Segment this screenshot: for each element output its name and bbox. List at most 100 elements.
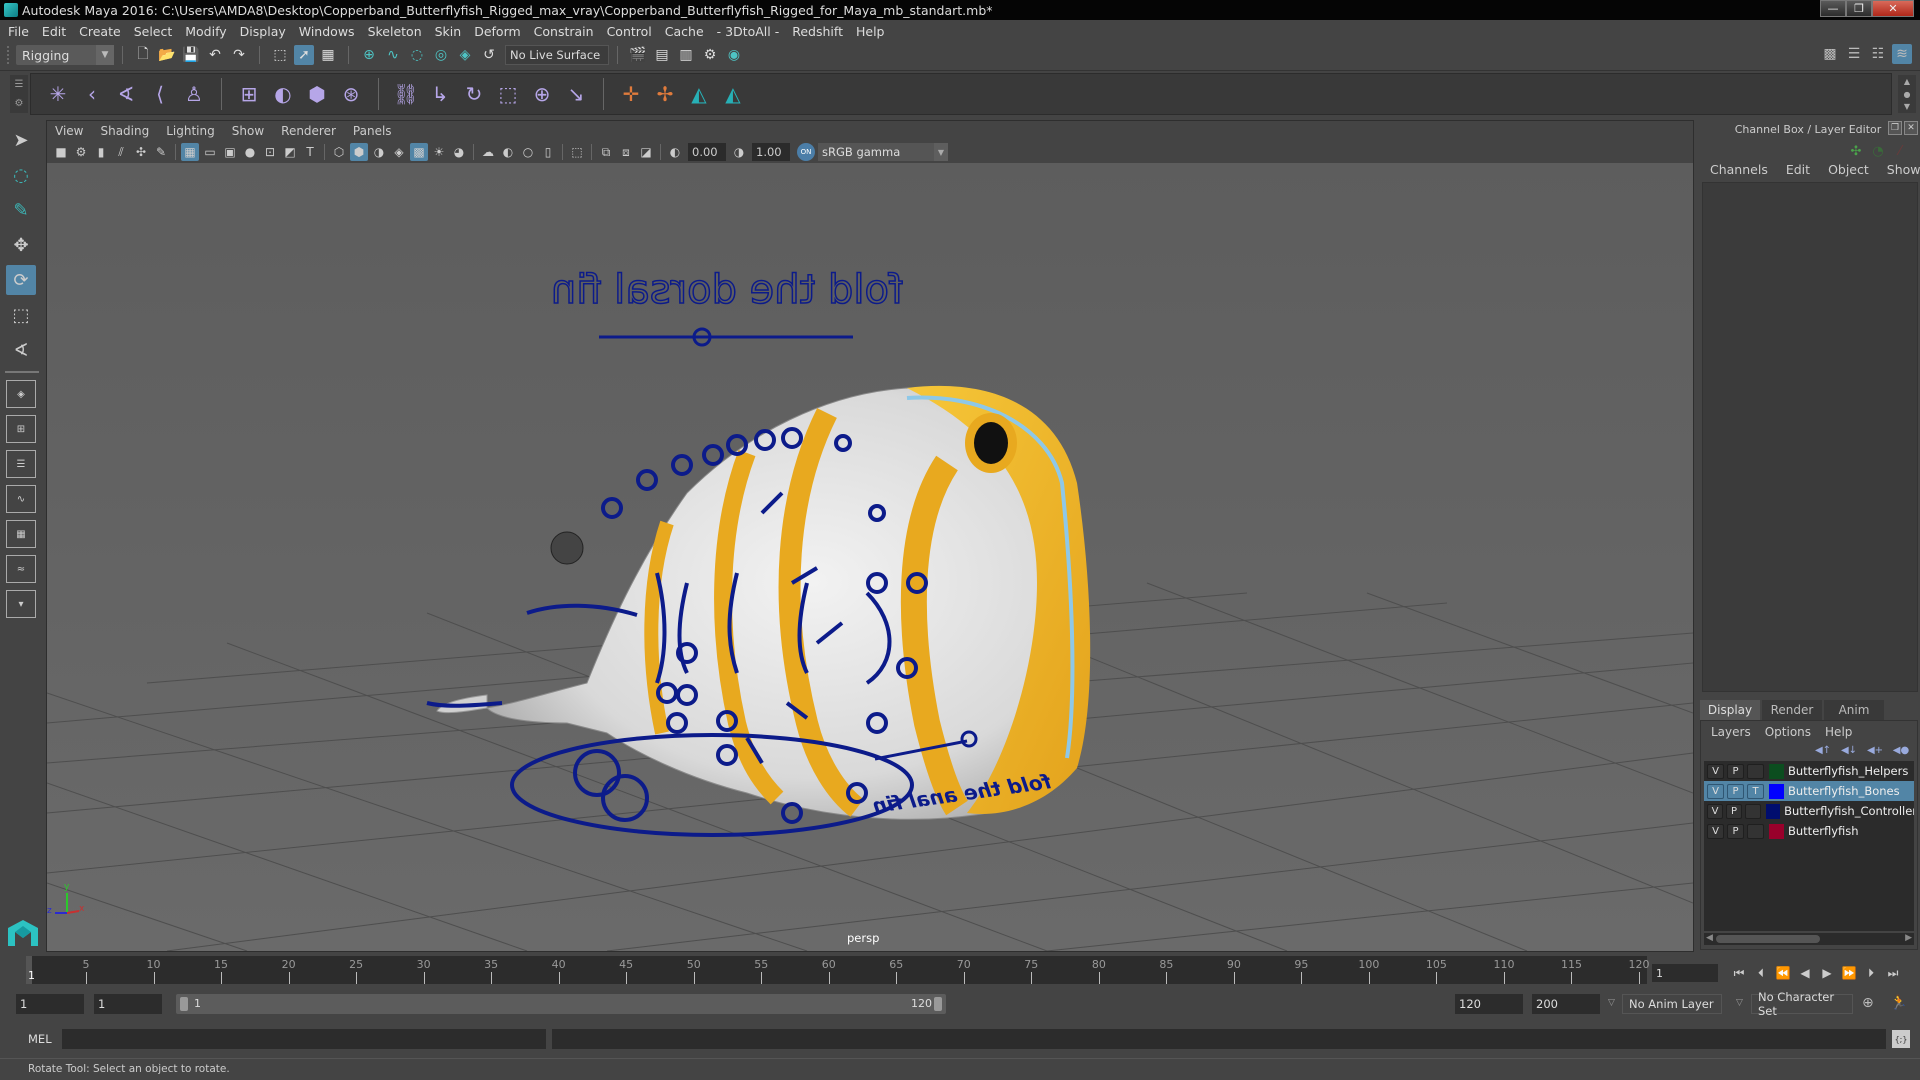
viewport-menu-shading[interactable]: Shading [100, 124, 149, 138]
maya-script-2-icon[interactable]: ◭ [719, 80, 747, 108]
shelf-menu-icon[interactable]: ☰ [15, 79, 24, 90]
play-forwards-icon[interactable]: ▶ [1816, 964, 1838, 982]
channel-box-menu-edit[interactable]: Edit [1786, 162, 1810, 177]
layer-visibility-toggle[interactable]: V [1707, 763, 1724, 779]
isolate-select-icon[interactable]: ⬚ [568, 143, 586, 161]
xray-icon[interactable]: ⧉ [597, 143, 615, 161]
xray-joints-icon[interactable]: ◪ [637, 143, 655, 161]
film-gate-icon[interactable]: ▭ [201, 143, 219, 161]
scrollbar-thumb[interactable] [1716, 935, 1820, 943]
render-settings-icon[interactable]: ⚙ [700, 45, 720, 65]
viewport-menu-renderer[interactable]: Renderer [281, 124, 336, 138]
snap-point-icon[interactable]: ◌ [407, 45, 427, 65]
command-input[interactable] [62, 1029, 546, 1049]
chevron-down-icon[interactable]: ▽ [1736, 998, 1743, 1008]
move-layer-up-icon[interactable]: ◀↑ [1813, 743, 1833, 757]
paint-weights-icon[interactable]: ◐ [269, 80, 297, 108]
playback-end-field[interactable]: 120 [1455, 994, 1523, 1014]
layer-visibility-toggle[interactable]: V [1707, 803, 1724, 819]
default-material-icon[interactable]: ◑ [370, 143, 388, 161]
range-start-handle[interactable] [180, 997, 188, 1011]
layer-visibility-toggle[interactable]: V [1707, 783, 1724, 799]
bookmark-icon[interactable]: ▮ [92, 143, 110, 161]
animation-preferences-icon[interactable]: 🏃 [1890, 995, 1907, 1011]
scroll-down-icon[interactable]: ▼ [1904, 102, 1910, 111]
layer-playback-toggle[interactable]: P [1727, 823, 1744, 839]
image-plane-icon[interactable]: ⫽ [112, 143, 130, 161]
undo-icon[interactable]: ↶ [205, 45, 225, 65]
step-forward-frame-icon[interactable]: ⏵ [1860, 964, 1882, 982]
menu-skeleton[interactable]: Skeleton [368, 24, 422, 39]
snap-curve-icon[interactable]: ∿ [383, 45, 403, 65]
use-all-lights-icon[interactable]: ☀ [430, 143, 448, 161]
viewport-menu-view[interactable]: View [55, 124, 83, 138]
layer-color-swatch[interactable] [1766, 803, 1781, 819]
new-scene-icon[interactable]: 🗋 [133, 45, 153, 65]
persp-graph-layout-icon[interactable]: ∿ [6, 485, 36, 513]
minimize-button[interactable]: — [1820, 0, 1846, 17]
paint-select-tool-icon[interactable]: ✎ [6, 195, 36, 225]
close-panel-icon[interactable]: ✕ [1904, 121, 1918, 135]
step-back-frame-icon[interactable]: ⏴ [1750, 964, 1772, 982]
gamma-field[interactable]: 1.00 [752, 143, 790, 161]
anim-layer-dropdown[interactable]: No Anim Layer [1622, 994, 1722, 1014]
scale-tool-icon[interactable]: ⬚ [6, 300, 36, 330]
lattice-icon[interactable]: ⬢ [303, 80, 331, 108]
viewport-menu-lighting[interactable]: Lighting [166, 124, 215, 138]
layer-menu-options[interactable]: Options [1765, 725, 1811, 739]
layer-menu-layers[interactable]: Layers [1711, 725, 1751, 739]
maya-script-icon[interactable]: ◭ [685, 80, 713, 108]
layer-display-type-toggle[interactable] [1747, 823, 1764, 839]
render-view-icon[interactable]: 🎬 [628, 45, 648, 65]
insert-joint-icon[interactable]: ⟨ [146, 80, 174, 108]
scroll-right-icon[interactable]: ▶ [1905, 933, 1912, 943]
tool-settings-icon[interactable]: ☷ [1868, 44, 1888, 64]
layer-display-type-toggle[interactable]: T [1747, 783, 1764, 799]
resolution-gate-icon[interactable]: ▣ [221, 143, 239, 161]
menu-3dtoall[interactable]: - 3DtoAll - [717, 24, 780, 39]
scroll-left-icon[interactable]: ◀ [1706, 933, 1713, 943]
ik-handle-icon[interactable]: ‹ [78, 80, 106, 108]
tab-anim[interactable]: Anim [1824, 700, 1884, 720]
safe-title-icon[interactable]: T [301, 143, 319, 161]
chevron-down-icon[interactable]: ▽ [1608, 998, 1615, 1008]
viewport-menu-show[interactable]: Show [232, 124, 264, 138]
open-scene-icon[interactable]: 📂 [157, 45, 177, 65]
color-management-toggle[interactable]: ON [797, 143, 815, 161]
last-tool-icon[interactable]: ∢ [6, 335, 36, 365]
ik-spline-icon[interactable]: ∢ [112, 80, 140, 108]
scroll-up-icon[interactable]: ▲ [1904, 77, 1910, 86]
snap-surface-icon[interactable]: ◈ [455, 45, 475, 65]
auto-key-icon[interactable]: ⊕ [1862, 995, 1874, 1011]
screen-space-ao-icon[interactable]: ☁ [479, 143, 497, 161]
scale-constraint-icon[interactable]: ⬚ [494, 80, 522, 108]
layer-color-swatch[interactable] [1769, 783, 1784, 799]
channel-box-icon[interactable]: ≋ [1892, 44, 1912, 64]
field-chart-icon[interactable]: ⊡ [261, 143, 279, 161]
tab-display[interactable]: Display [1700, 700, 1760, 720]
render-frame-icon[interactable]: ▤ [652, 45, 672, 65]
layer-playback-toggle[interactable]: P [1727, 783, 1744, 799]
layer-row[interactable]: V P Butterflyfish_Controllers [1704, 801, 1914, 821]
script-editor-icon[interactable]: {;} [1892, 1030, 1910, 1048]
shelf-options[interactable]: ☰ ⚙ [10, 75, 28, 113]
new-layer-from-selection-icon[interactable]: ◀● [1891, 743, 1911, 757]
more-layouts-icon[interactable]: ▾ [6, 590, 36, 618]
menu-windows[interactable]: Windows [299, 24, 355, 39]
3d-viewport-canvas[interactable]: fold the dorsal fin fold the anal fin y … [47, 163, 1693, 951]
menu-help[interactable]: Help [856, 24, 885, 39]
layer-color-swatch[interactable] [1769, 763, 1784, 779]
select-component-icon[interactable]: ▦ [318, 45, 338, 65]
depth-of-field-icon[interactable]: ▯ [539, 143, 557, 161]
ipr-render-icon[interactable]: ▥ [676, 45, 696, 65]
menu-cache[interactable]: Cache [665, 24, 704, 39]
four-pane-layout-icon[interactable]: ⊞ [6, 415, 36, 443]
view-transform-dropdown[interactable]: sRGB gamma ▼ [818, 143, 948, 161]
tab-render[interactable]: Render [1762, 700, 1822, 720]
xray-active-components-icon[interactable]: ⧈ [617, 143, 635, 161]
channel-box-menu-channels[interactable]: Channels [1710, 162, 1768, 177]
playback-start-field[interactable]: 1 [94, 994, 162, 1014]
menu-file[interactable]: File [8, 24, 29, 39]
layer-row[interactable]: V P Butterflyfish_Helpers [1704, 761, 1914, 781]
move-tool-icon[interactable]: ✥ [6, 230, 36, 260]
